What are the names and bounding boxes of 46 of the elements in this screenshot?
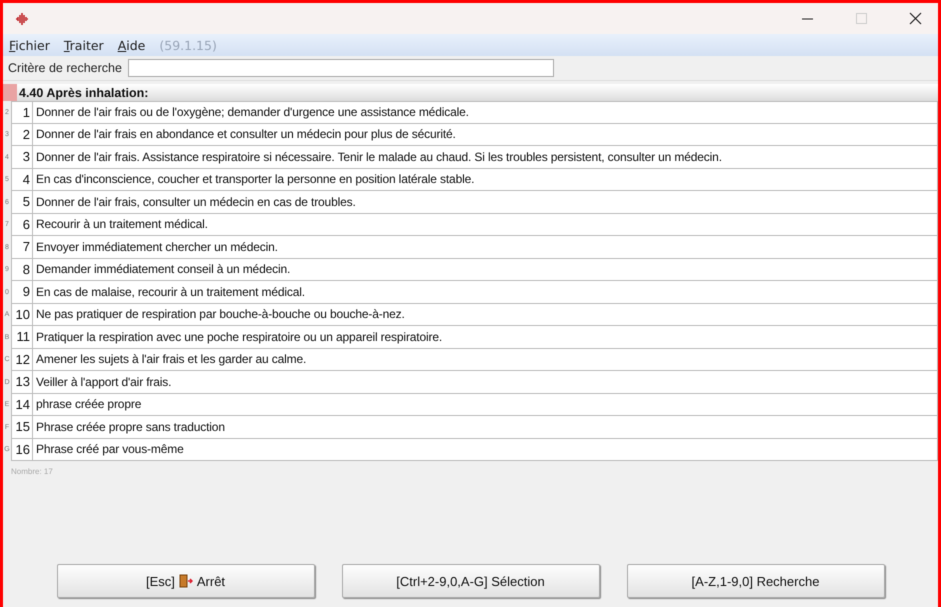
phrase-cell[interactable]: Pratiquer la respiration avec une poche respiratoire ou un appareil respiratoire. — [32, 326, 938, 348]
phrase-cell[interactable]: Phrase créé par vous-même — [32, 438, 938, 461]
row-number: 2 — [11, 124, 32, 146]
section-heading: 4.40 Après inhalation: — [19, 86, 148, 100]
row-number: 15 — [11, 416, 32, 438]
phrase-cell[interactable]: phrase créée propre — [32, 394, 938, 416]
phrase-cell[interactable]: Donner de l'air frais ou de l'oxygène; demander d'urgence une assistance médicale. — [32, 101, 938, 124]
row-number: 6 — [11, 214, 32, 236]
version-label: (59.1.15) — [159, 38, 217, 52]
row-number: 7 — [11, 236, 32, 258]
menu-item[interactable]: Traiter — [64, 38, 104, 52]
row-number: 1 — [11, 101, 32, 124]
row-marker — [3, 84, 17, 101]
action-button[interactable]: [Ctrl+2-9,0,A-G] Sélection — [342, 564, 600, 598]
row-number: 9 — [11, 281, 32, 304]
phrase-cell[interactable]: Amener les sujets à l'air frais et les garder au calme. — [32, 348, 938, 371]
phrase-cell[interactable]: En cas de malaise, recourir à un traitement médical. — [32, 281, 938, 304]
row-number: 3 — [11, 146, 32, 168]
row-number: 10 — [11, 304, 32, 326]
phrase-cell[interactable]: Donner de l'air frais. Assistance respiratoire si nécessaire. Tenir le malade au chaud. Si les troubles persistent, consulter un médecin. — [32, 146, 938, 168]
row-number: 13 — [11, 371, 32, 394]
phrase-cell[interactable]: Donner de l'air frais en abondance et consulter un médecin pour plus de sécurité. — [32, 124, 938, 146]
row-number: 12 — [11, 348, 32, 371]
action-button[interactable]: [A-Z,1-9,0] Recherche — [626, 564, 884, 598]
search-label: Critère de recherche — [8, 61, 122, 75]
app-logo-icon — [15, 12, 29, 26]
row-number: 14 — [11, 394, 32, 416]
row-number: 8 — [11, 258, 32, 281]
row-number: 11 — [11, 326, 32, 348]
phrase-cell[interactable]: Ne pas pratiquer de respiration par bouche-à-bouche ou bouche-à-nez. — [32, 304, 938, 326]
phrase-cell[interactable]: Veiller à l'apport d'air frais. — [32, 371, 938, 394]
phrase-cell[interactable]: Envoyer immédiatement chercher un médecin. — [32, 236, 938, 258]
count-label: Nombre: 17 — [10, 466, 54, 476]
menu-item[interactable]: Fichier — [9, 38, 50, 52]
row-number: 4 — [11, 168, 32, 191]
phrase-cell[interactable]: Phrase créée propre sans traduction — [32, 416, 938, 438]
exit-door-icon — [178, 574, 193, 588]
phrase-cell[interactable]: Donner de l'air frais, consulter un médecin en cas de troubles. — [32, 191, 938, 214]
phrase-cell[interactable]: En cas d'inconscience, coucher et transporter la personne en position latérale stable. — [32, 168, 938, 191]
menu-item[interactable]: Aide — [118, 38, 146, 52]
phrase-cell[interactable]: Demander immédiatement conseil à un médecin. — [32, 258, 938, 281]
row-number: 16 — [11, 438, 32, 461]
stop-button[interactable]: [Esc] Arrêt — [56, 564, 314, 598]
phrase-cell[interactable]: Recourir à un traitement médical. — [32, 214, 938, 236]
row-number: 5 — [11, 191, 32, 214]
search-field[interactable] — [128, 59, 554, 77]
